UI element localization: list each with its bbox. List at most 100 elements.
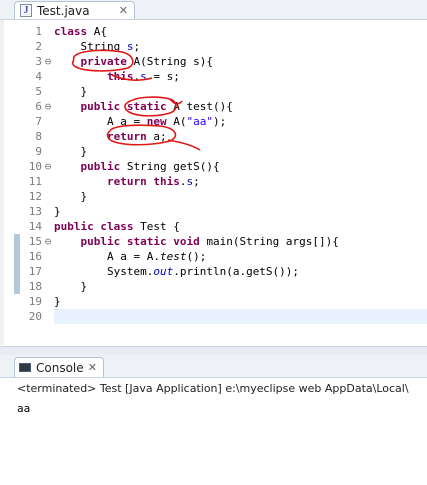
line-number: 1: [35, 25, 42, 38]
code-token: .println(a.getS());: [173, 265, 300, 278]
code-token: A(: [166, 115, 187, 128]
tab-test-java[interactable]: J Test.java ✕: [14, 1, 135, 19]
line-number: 2: [35, 40, 42, 53]
close-icon[interactable]: ✕: [119, 4, 128, 17]
console-output[interactable]: aa: [17, 402, 30, 415]
code-line[interactable]: }: [54, 144, 427, 159]
code-line[interactable]: }: [54, 294, 427, 309]
code-line[interactable]: private A(String s){: [54, 54, 427, 69]
code-token: ;: [133, 40, 141, 53]
code-token: }: [54, 145, 88, 158]
line-number: 15: [28, 235, 42, 248]
code-line[interactable]: A a = A.test();: [54, 249, 427, 264]
code-token: return: [106, 175, 147, 188]
console-tab-bar: Console ✕: [0, 355, 427, 378]
code-token: A test(){: [166, 100, 233, 113]
line-number: 3: [35, 55, 42, 68]
code-token: String: [54, 40, 127, 53]
line-number: 18: [28, 280, 42, 293]
code-line[interactable]: public String getS(){: [54, 159, 427, 174]
view-separator[interactable]: [0, 346, 427, 355]
code-token: new: [146, 115, 167, 128]
code-token: class: [100, 220, 134, 233]
code-token: A a =: [54, 115, 147, 128]
code-token: System.: [54, 265, 154, 278]
line-number-ruler: 1 2 3 4 5 6 7 8 9 10 11 12 13 14 15 16 17 18 19 20: [18, 24, 42, 324]
line-number: 17: [28, 265, 42, 278]
code-editor[interactable]: class A{ String s; private A(String s){ …: [54, 24, 427, 324]
fold-collapse-icon[interactable]: ⊖: [42, 99, 54, 114]
code-line[interactable]: return a;: [54, 129, 427, 144]
line-number: 10: [28, 160, 42, 173]
console-icon: [19, 363, 31, 372]
code-line[interactable]: [54, 309, 427, 324]
close-icon[interactable]: ✕: [88, 361, 97, 374]
code-line[interactable]: A a = new A("aa");: [54, 114, 427, 129]
editor-tab-bar: J Test.java ✕: [0, 0, 427, 20]
code-token: void: [173, 235, 200, 248]
code-token: this: [153, 175, 180, 188]
code-line[interactable]: return this.s;: [54, 174, 427, 189]
fold-collapse-icon[interactable]: ⊖: [42, 234, 54, 249]
code-token: private: [80, 55, 127, 68]
code-token: out: [153, 265, 174, 278]
code-line[interactable]: class A{: [54, 24, 427, 39]
fold-collapse-icon[interactable]: ⊖: [42, 54, 54, 69]
code-line[interactable]: }: [54, 84, 427, 99]
code-token: Test {: [133, 220, 180, 233]
code-token: a;: [146, 130, 167, 143]
code-line[interactable]: }: [54, 279, 427, 294]
line-number: 11: [28, 175, 42, 188]
console-status-line: <terminated> Test [Java Application] e:\…: [17, 382, 409, 395]
line-number: 7: [35, 115, 42, 128]
code-token: String getS(){: [120, 160, 220, 173]
tab-console[interactable]: Console ✕: [14, 357, 104, 377]
line-number: 8: [35, 130, 42, 143]
code-token: public: [80, 100, 121, 113]
code-token: }: [54, 205, 61, 218]
code-token: A(String s){: [126, 55, 213, 68]
code-line[interactable]: public class Test {: [54, 219, 427, 234]
code-line[interactable]: public static A test(){: [54, 99, 427, 114]
code-line[interactable]: public static void main(String args[]){: [54, 234, 427, 249]
code-line[interactable]: this.s = s;: [54, 69, 427, 84]
code-line[interactable]: String s;: [54, 39, 427, 54]
line-number: 12: [28, 190, 42, 203]
code-token: public: [80, 160, 121, 173]
line-number: 14: [28, 220, 42, 233]
code-line[interactable]: }: [54, 204, 427, 219]
line-number: 5: [35, 85, 42, 98]
code-token: );: [212, 115, 227, 128]
code-token: public: [54, 220, 94, 233]
code-line[interactable]: }: [54, 189, 427, 204]
code-token: static: [126, 100, 167, 113]
editor-ruler: [4, 20, 14, 345]
code-token: = s;: [146, 70, 180, 83]
line-number: 16: [28, 250, 42, 263]
folding-ruler: ⊖ ⊖ ⊖ ⊖: [42, 24, 54, 324]
code-token: return: [106, 130, 147, 143]
code-token: test: [159, 250, 187, 263]
code-token: "aa": [186, 115, 213, 128]
code-token: ();: [186, 250, 207, 263]
code-line[interactable]: System.out.println(a.getS());: [54, 264, 427, 279]
line-number: 6: [35, 100, 42, 113]
fold-collapse-icon[interactable]: ⊖: [42, 159, 54, 174]
